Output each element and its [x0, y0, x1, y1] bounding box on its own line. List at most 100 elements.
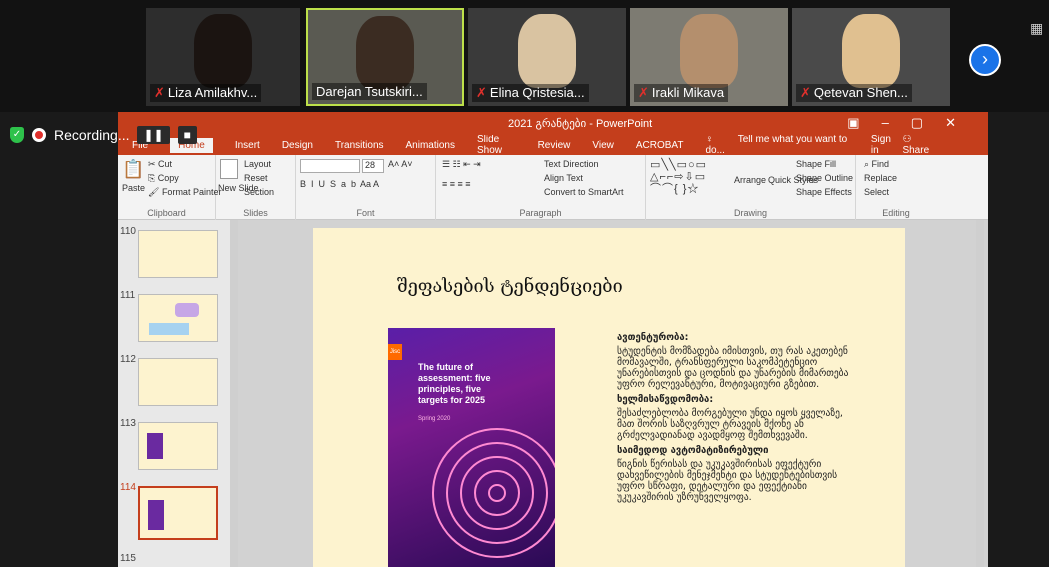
video-strip: ✗ Liza Amilakhv... Darejan Tsutskiri... ✗… — [0, 0, 1049, 112]
arrange-button[interactable]: Arrange — [734, 175, 766, 185]
gallery-view-icon[interactable]: ▦ — [1030, 20, 1043, 37]
recording-bar: ✓ Recording... ❚❚ ■ — [10, 122, 197, 148]
ring-graphic — [488, 484, 506, 502]
align-icons[interactable]: ≡ ≡ ≡ ≡ — [442, 179, 471, 189]
convert-smartart-button[interactable]: Convert to SmartArt — [544, 187, 624, 197]
participant-video — [680, 14, 738, 88]
mic-off-icon: ✗ — [800, 85, 811, 100]
layout-button[interactable]: Layout — [244, 159, 271, 169]
select-button[interactable]: Select — [864, 187, 889, 197]
slide-thumbnail[interactable] — [138, 422, 218, 470]
group-label: Drawing — [733, 208, 767, 218]
chevron-right-icon: › — [982, 49, 988, 69]
slide-body-text[interactable]: ავთენტურობა: სტუდენტის მომზადება იმისთვი… — [617, 332, 849, 507]
shape-outline-button[interactable]: Shape Outline — [796, 173, 853, 183]
participant-video — [518, 14, 576, 88]
pause-recording-button[interactable]: ❚❚ — [137, 126, 170, 144]
copy-button[interactable]: ⎘ Copy — [148, 173, 179, 184]
copy-icon: ⎘ — [148, 173, 158, 183]
paste-icon[interactable]: 📋 — [122, 159, 144, 180]
section-body: წიგნის წერისას და უკუკავშირისას ეფექტური… — [617, 459, 838, 503]
bullets-icon[interactable]: ☰ ☷ ⇤ ⇥ — [442, 159, 481, 170]
tab-slideshow[interactable]: Slide Show — [477, 134, 516, 156]
next-participants-button[interactable]: › — [969, 44, 1001, 76]
participant-tile-active[interactable]: Darejan Tsutskiri... — [306, 8, 464, 106]
font-group: 28 A˄ A˅ BIUSab Aa A Font — [296, 155, 436, 220]
participant-tile[interactable]: ✗ Qetevan Shen... — [792, 8, 950, 106]
drawing-group: ▭╲╲▭○▭ △⌐⌐⇨⇩▭ ⌒⌒{ }☆ Arrange Quick Styles … — [646, 155, 856, 220]
section-body: შესაძლებლობა მორგებული უნდა იყოს ყველაზე… — [617, 408, 843, 441]
font-size-select[interactable]: 28 — [362, 159, 384, 173]
lightbulb-icon: ♀ — [705, 134, 716, 145]
search-icon: ⌕ — [864, 159, 872, 169]
brush-icon: 🖌 — [148, 187, 162, 197]
participant-video — [194, 14, 252, 88]
participant-name: ✗ Irakli Mikava — [634, 84, 729, 102]
reset-button[interactable]: Reset — [244, 173, 268, 183]
tab-acrobat[interactable]: ACROBAT — [636, 140, 684, 151]
shapes-gallery[interactable]: ▭╲╲▭○▭ △⌐⌐⇨⇩▭ ⌒⌒{ }☆ — [650, 159, 707, 195]
group-label: Slides — [243, 208, 268, 218]
section-heading: ხელმისაწვდომობა: — [617, 394, 714, 405]
align-text-button[interactable]: Align Text — [544, 173, 583, 183]
tell-me-box[interactable]: ♀ Tell me what you want to do... — [705, 134, 848, 156]
slide-thumbnail[interactable] — [138, 230, 218, 278]
cover-title: The future of assessment: five principle… — [418, 362, 491, 405]
format-painter-button[interactable]: 🖌 Format Painter — [148, 187, 221, 198]
participant-name: Darejan Tsutskiri... — [312, 83, 427, 100]
participant-name: ✗ Qetevan Shen... — [796, 84, 912, 102]
slide: შეფასების ტენდენციები Jisc The future of… — [313, 228, 905, 567]
slide-thumbnail-selected[interactable] — [138, 486, 218, 540]
tab-view[interactable]: View — [592, 140, 614, 151]
cut-button[interactable]: ✂ Cut — [148, 159, 172, 170]
thumbnail-scrollbar[interactable] — [230, 220, 238, 567]
section-button[interactable]: Section — [244, 187, 274, 197]
slide-number: 112 — [120, 354, 136, 365]
jisc-logo: Jisc — [388, 344, 402, 360]
section-body: სტუდენტის მომზადება იმისთვის, თუ რას აკე… — [617, 346, 849, 390]
replace-button[interactable]: Replace — [864, 173, 897, 183]
sign-in-link[interactable]: Sign in — [871, 134, 895, 156]
thumbnail-graphic — [147, 433, 163, 459]
shape-effects-button[interactable]: Shape Effects — [796, 187, 852, 197]
participant-video — [356, 16, 414, 90]
canvas-scrollbar[interactable] — [976, 220, 984, 567]
tab-animations[interactable]: Animations — [406, 140, 455, 151]
slide-thumbnail[interactable] — [138, 294, 218, 342]
stop-recording-button[interactable]: ■ — [177, 126, 197, 144]
slide-canvas: შეფასების ტენდენციები Jisc The future of… — [238, 220, 988, 567]
shape-fill-button[interactable]: Shape Fill — [796, 159, 836, 169]
mic-off-icon: ✗ — [476, 85, 487, 100]
tab-design[interactable]: Design — [282, 140, 313, 151]
bold-italic-underline-icons[interactable]: BIUSab — [300, 179, 361, 189]
group-label: Clipboard — [147, 208, 186, 218]
tab-transitions[interactable]: Transitions — [335, 140, 384, 151]
participant-tile[interactable]: ✗ Liza Amilakhv... — [146, 8, 300, 106]
group-label: Paragraph — [519, 208, 562, 218]
share-button[interactable]: ⚇ Share — [902, 134, 966, 156]
slide-number: 111 — [120, 290, 136, 301]
font-family-select[interactable] — [300, 159, 360, 173]
slide-thumbnail[interactable] — [138, 358, 218, 406]
text-direction-button[interactable]: Text Direction — [544, 159, 599, 169]
participant-tile[interactable]: ✗ Elina Qristesia... — [468, 8, 626, 106]
new-slide-icon[interactable] — [220, 159, 238, 179]
report-cover-image[interactable]: Jisc The future of assessment: five prin… — [388, 328, 555, 567]
participant-name: ✗ Elina Qristesia... — [472, 84, 589, 102]
paste-button[interactable]: Paste — [122, 183, 145, 193]
font-color-icon[interactable]: Aa A — [360, 179, 379, 189]
slide-number: 115 — [120, 553, 136, 564]
person-icon: ⚇ — [902, 134, 912, 145]
thumbnail-graphic — [148, 500, 164, 530]
window-controls[interactable]: ▣–▢✕ — [847, 115, 978, 131]
grow-font-icon[interactable]: A˄ A˅ — [388, 159, 413, 169]
tab-insert[interactable]: Insert — [235, 140, 260, 151]
slides-group: New Slide Layout Reset Section Slides — [216, 155, 296, 220]
group-label: Font — [356, 208, 375, 218]
tab-review[interactable]: Review — [538, 140, 571, 151]
participant-tile[interactable]: ✗ Irakli Mikava — [630, 8, 788, 106]
find-button[interactable]: ⌕ Find — [864, 159, 889, 170]
slide-title[interactable]: შეფასების ტენდენციები — [397, 276, 623, 297]
group-label: Editing — [882, 208, 910, 218]
ribbon: 📋 Paste ✂ Cut ⎘ Copy 🖌 Format Painter Cl… — [118, 155, 988, 220]
